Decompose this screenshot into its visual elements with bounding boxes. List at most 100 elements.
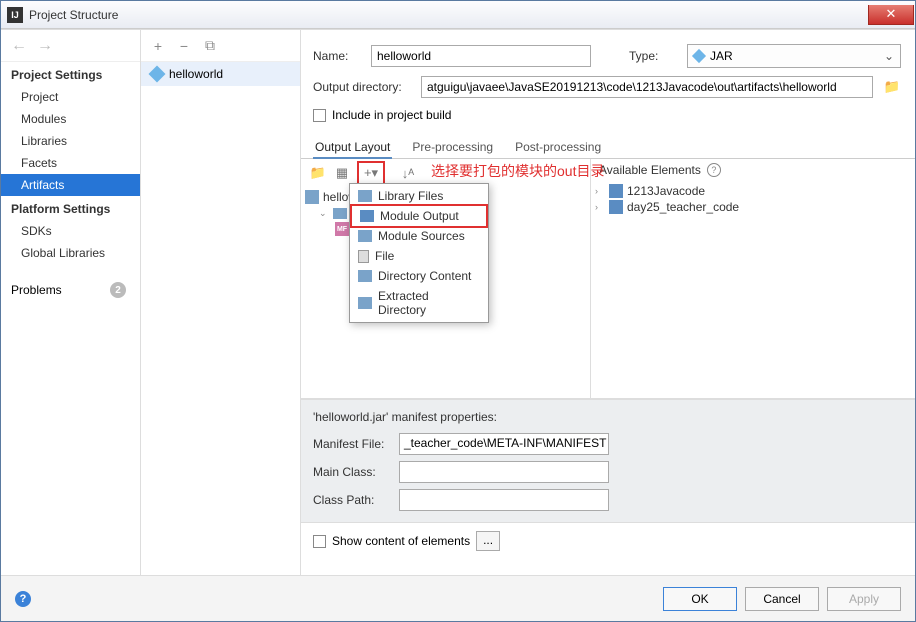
sidebar-item-problems[interactable]: Problems 2 [1,276,140,302]
type-select[interactable]: JAR [687,44,901,68]
manifest-icon: MF [335,222,349,236]
artifacts-toolbar: + − ⧉ [141,30,300,62]
module-icon [609,200,623,214]
jar-icon [305,190,319,204]
main-class-input[interactable] [399,461,609,483]
name-input[interactable] [371,45,591,67]
copy-artifact-icon[interactable]: ⧉ [203,39,217,53]
artifact-name: helloworld [169,67,223,81]
type-label: Type: [629,49,679,63]
nav-arrows: ← → [1,30,140,62]
output-dir-input[interactable]: atguigu\javaee\JavaSE20191213\code\1213J… [421,76,873,98]
main-class-label: Main Class: [313,465,393,479]
manifest-file-label: Manifest File: [313,437,393,451]
problems-count-badge: 2 [110,282,126,298]
directory-content-icon [358,270,372,282]
available-elements-panel: Available Elements ? › 1213Javacode [591,159,915,398]
class-path-row: Class Path: [313,486,903,514]
include-build-row: Include in project build [301,102,915,128]
extracted-directory-icon [358,297,372,309]
menu-item-file[interactable]: File [350,246,488,266]
titlebar: IJ Project Structure ✕ [1,1,915,29]
forward-arrow-icon[interactable]: → [37,37,53,55]
sort-icon[interactable]: ↓ᴬ [399,164,417,182]
name-label: Name: [313,49,363,63]
section-header-project-settings: Project Settings [1,62,140,86]
artifact-list-item[interactable]: helloworld [141,62,300,86]
show-content-options-button[interactable]: ... [476,531,500,551]
layout-tree-panel: 📁 ▦ +▾ ↓ᴬ 选择要打包的模块的out目录 [301,159,591,398]
project-structure-dialog: IJ Project Structure ✕ ← → Project Setti… [0,0,916,622]
back-arrow-icon[interactable]: ← [11,37,27,55]
help-icon[interactable]: ? [707,163,721,177]
sidebar-item-sdks[interactable]: SDKs [1,220,140,242]
show-content-checkbox[interactable] [313,535,326,548]
available-tree[interactable]: › 1213Javacode › day25_teacher_code [591,181,915,398]
sidebar-item-facets[interactable]: Facets [1,152,140,174]
new-archive-icon[interactable]: ▦ [333,164,351,182]
type-value: JAR [710,49,733,63]
sidebar-item-project[interactable]: Project [1,86,140,108]
show-content-row: Show content of elements ... [301,522,915,559]
menu-item-library-files[interactable]: Library Files [350,186,488,206]
apply-button[interactable]: Apply [827,587,901,611]
cancel-button[interactable]: Cancel [745,587,819,611]
folder-icon [333,208,347,219]
expand-icon[interactable]: ⌄ [319,208,329,219]
show-content-label: Show content of elements [332,534,470,548]
include-build-checkbox[interactable] [313,109,326,122]
tab-post-processing[interactable]: Post-processing [513,136,603,158]
module-output-icon [360,210,374,222]
tab-output-layout[interactable]: Output Layout [313,136,392,158]
menu-item-extracted-directory[interactable]: Extracted Directory [350,286,488,320]
main-area: ← → Project Settings Project Modules Lib… [1,29,915,575]
annotation-text: 选择要打包的模块的out目录 [431,161,604,181]
artifact-tabs: Output Layout Pre-processing Post-proces… [301,132,915,159]
jar-type-icon [692,49,706,63]
add-copy-menu: Library Files Module Output Module Sourc… [349,183,489,323]
artifact-icon [149,66,166,83]
dialog-footer: ? OK Cancel Apply [1,575,915,621]
close-button[interactable]: ✕ [868,5,914,25]
menu-item-module-output[interactable]: Module Output [350,204,488,228]
available-elements-header: Available Elements ? [591,159,915,181]
available-item-2[interactable]: › day25_teacher_code [595,199,911,215]
library-files-icon [358,190,372,202]
sidebar-item-modules[interactable]: Modules [1,108,140,130]
tab-pre-processing[interactable]: Pre-processing [410,136,495,158]
manifest-properties-panel: 'helloworld.jar' manifest properties: Ma… [301,399,915,522]
manifest-file-input[interactable]: _teacher_code\META-INF\MANIFEST [399,433,609,455]
section-header-platform-settings: Platform Settings [1,196,140,220]
output-dir-label: Output directory: [313,80,413,94]
module-sources-icon [358,230,372,242]
problems-label: Problems [11,283,62,297]
include-build-label: Include in project build [332,108,451,122]
dialog-body: ← → Project Settings Project Modules Lib… [1,29,915,621]
menu-item-module-sources[interactable]: Module Sources [350,226,488,246]
module-icon [609,184,623,198]
chevron-right-icon[interactable]: › [595,202,605,212]
sidebar-item-libraries[interactable]: Libraries [1,130,140,152]
manifest-file-row: Manifest File: _teacher_code\META-INF\MA… [313,430,903,458]
browse-output-dir-button[interactable]: 📁 [881,76,903,98]
output-dir-row: Output directory: atguigu\javaee\JavaSE2… [301,72,915,102]
add-copy-icon[interactable]: +▾ [362,164,380,182]
class-path-input[interactable] [399,489,609,511]
help-button[interactable]: ? [15,591,31,607]
available-item-1[interactable]: › 1213Javacode [595,183,911,199]
artifact-detail-panel: Name: Type: JAR Output directory: atguig… [301,30,915,575]
name-row: Name: Type: JAR [301,40,915,72]
ok-button[interactable]: OK [663,587,737,611]
artifacts-list-panel: + − ⧉ helloworld [141,30,301,575]
new-folder-icon[interactable]: 📁 [309,164,327,182]
app-icon: IJ [7,7,23,23]
main-class-row: Main Class: [313,458,903,486]
manifest-title: 'helloworld.jar' manifest properties: [313,408,903,430]
menu-item-directory-content[interactable]: Directory Content [350,266,488,286]
remove-artifact-icon[interactable]: − [177,39,191,53]
sidebar-item-artifacts[interactable]: Artifacts [1,174,140,196]
add-artifact-icon[interactable]: + [151,39,165,53]
sidebar-item-global-libraries[interactable]: Global Libraries [1,242,140,264]
chevron-right-icon[interactable]: › [595,186,605,196]
window-title: Project Structure [29,8,868,22]
